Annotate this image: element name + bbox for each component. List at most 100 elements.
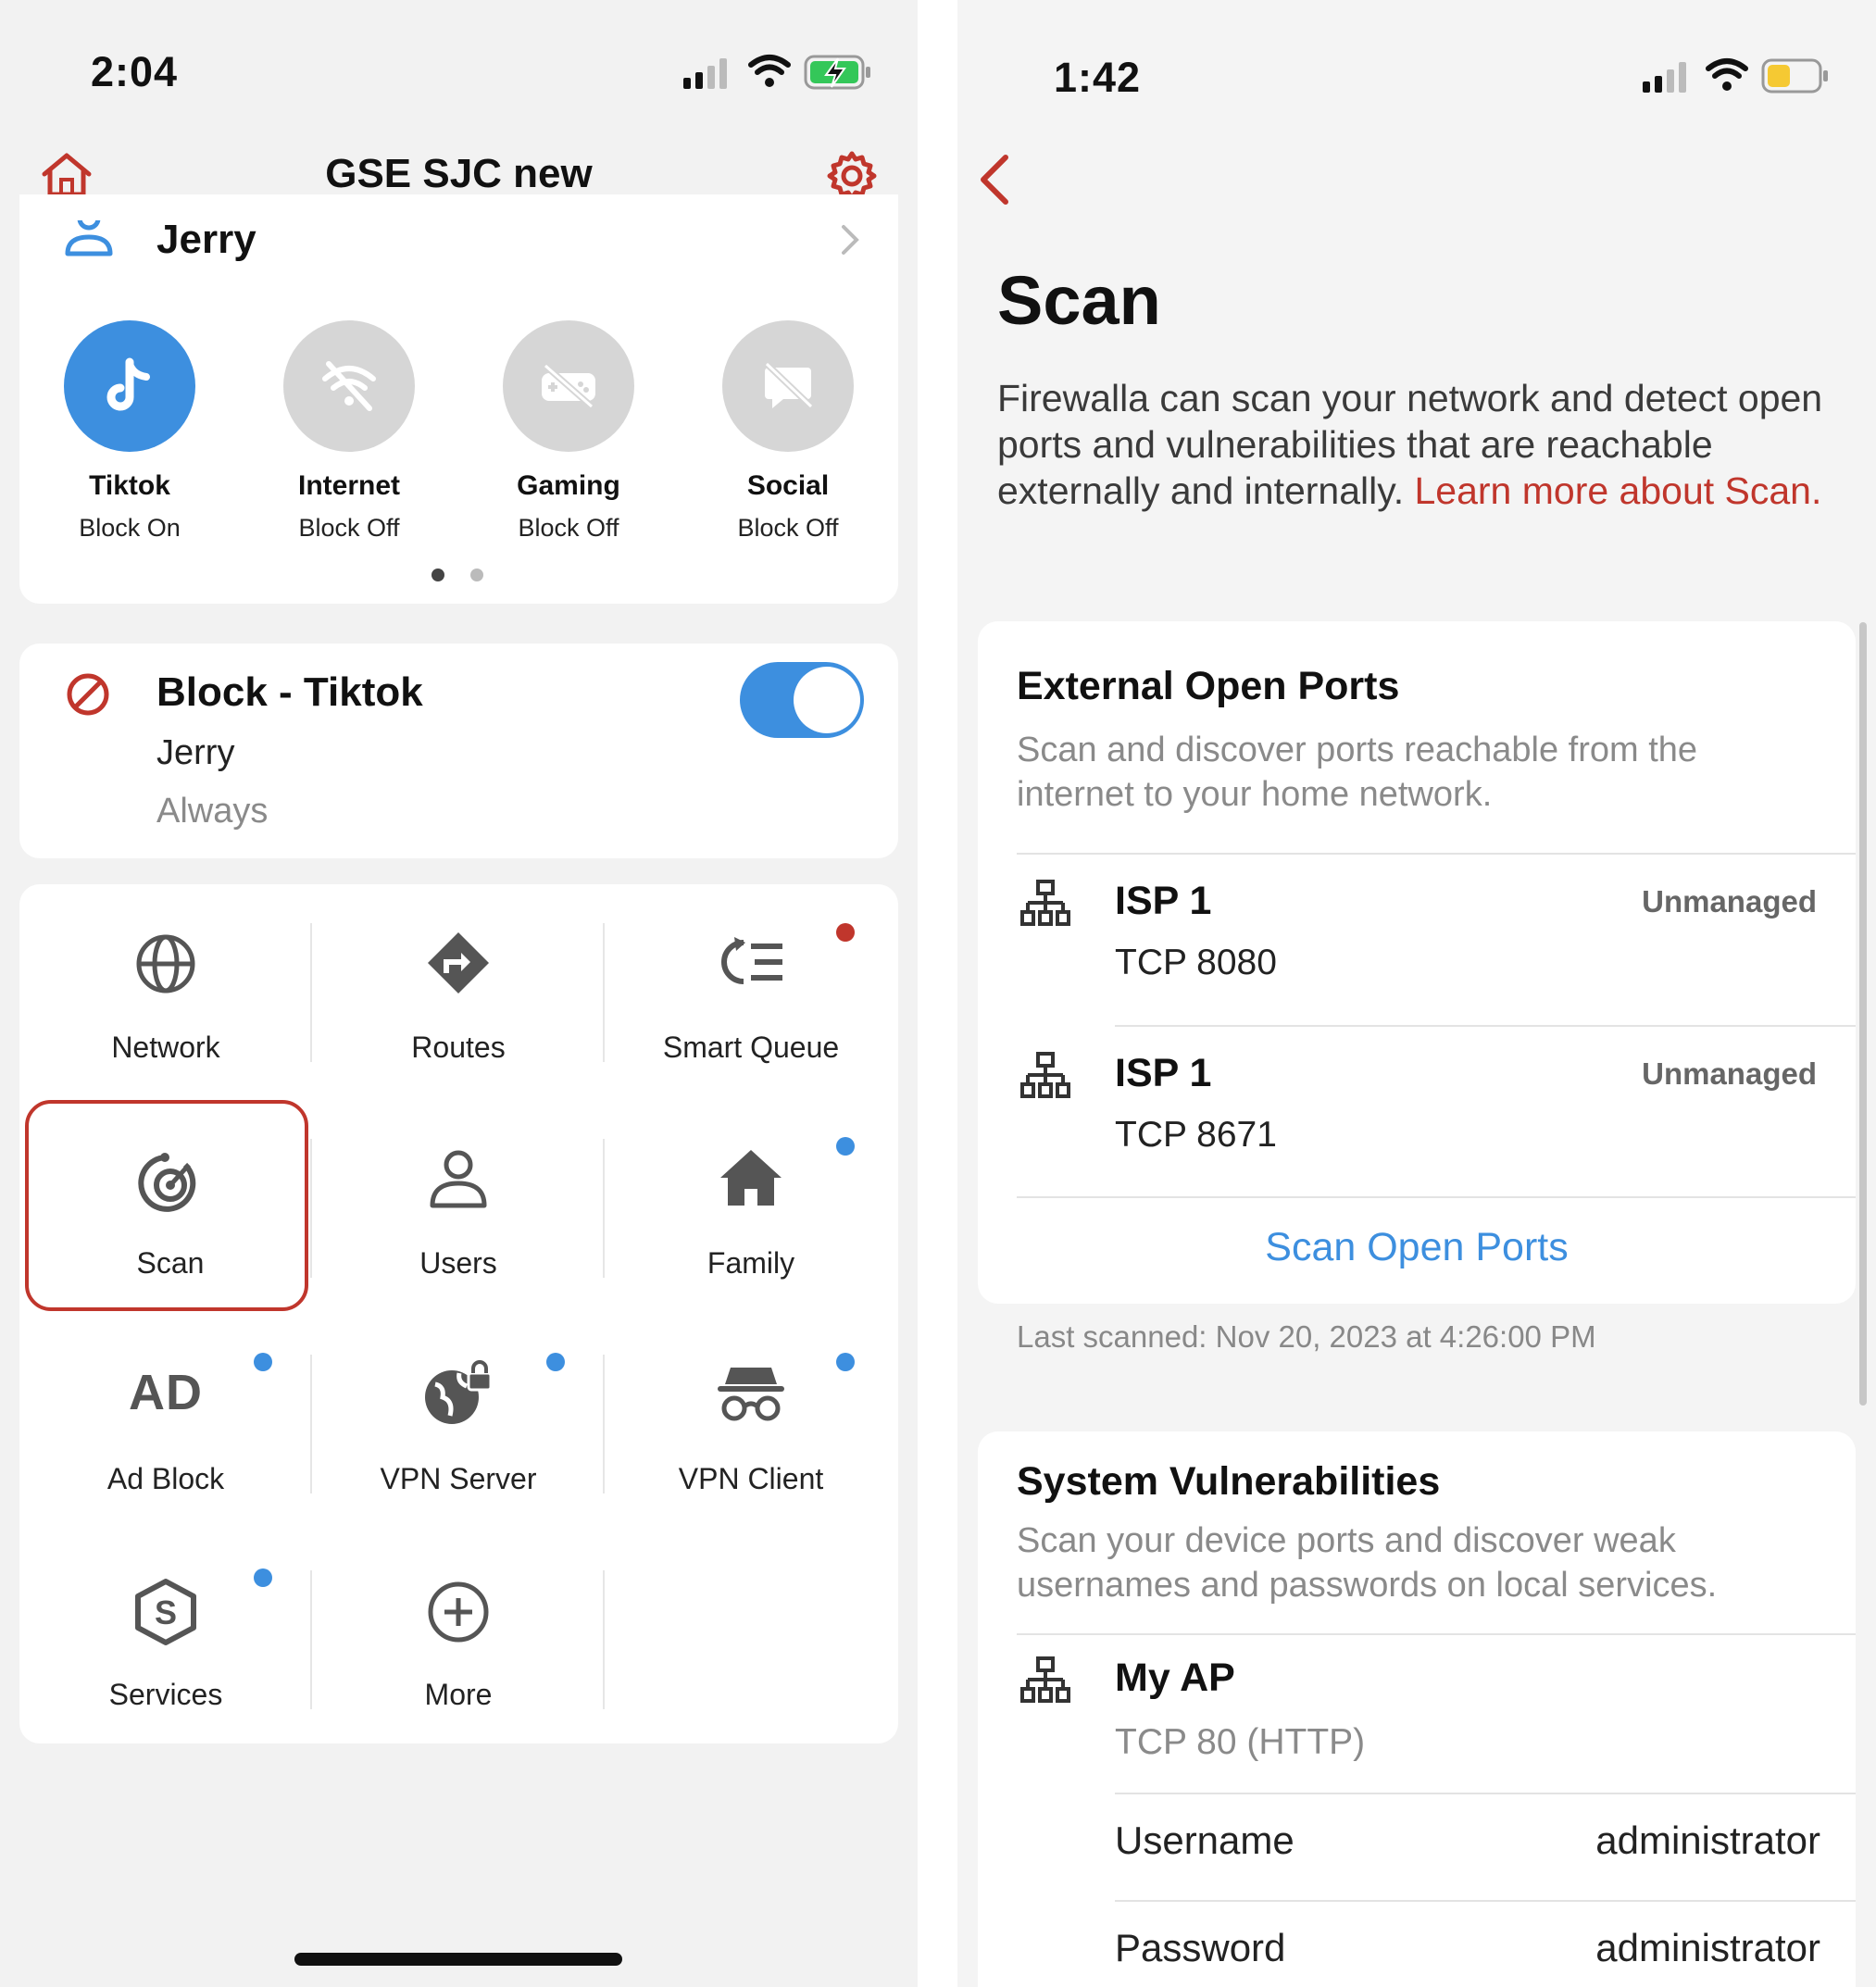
app-status: Block Off (518, 514, 619, 542)
block-icon (67, 673, 109, 716)
port-item[interactable]: ISP 1 TCP 8671 Unmanaged (978, 1027, 1856, 1197)
app-social-button[interactable] (722, 320, 854, 452)
globe-icon (136, 934, 195, 994)
chevron-left-icon[interactable] (976, 154, 1013, 206)
scan-description: Firewalla can scan your network and dete… (997, 375, 1849, 514)
app-gaming-button[interactable] (503, 320, 634, 452)
features-card: Network Routes Smart Queue Scan Users Fa… (19, 884, 898, 1743)
app-name: Internet (297, 470, 400, 501)
tile-vpn-server[interactable]: VPN Server (312, 1316, 605, 1531)
tile-users[interactable]: Users (312, 1100, 605, 1316)
tiktok-icon (106, 357, 150, 411)
network-icon (1020, 1656, 1070, 1703)
app-status: Block On (79, 514, 181, 542)
vpn-server-icon (425, 1360, 493, 1424)
external-ports-card: External Open Ports Scan and discover po… (978, 621, 1856, 1304)
tile-more[interactable]: More (312, 1531, 605, 1747)
right-screen: 1:42 Scan Firewalla can scan your networ… (957, 0, 1876, 1987)
tile-services[interactable]: S Services (19, 1531, 312, 1747)
row-value: administrator (1595, 1926, 1820, 1969)
tile-scan[interactable]: Scan (25, 1100, 308, 1311)
rule-target: Jerry (156, 733, 235, 772)
wifi-off-icon (322, 361, 376, 411)
tile-label: Network (111, 1031, 220, 1064)
user-apps-card: Jerry Tiktok Block On Internet Block Off (19, 194, 898, 604)
tile-label: Scan (136, 1246, 205, 1280)
status-time: 1:42 (1054, 54, 1142, 101)
item-port: TCP 8671 (1115, 1115, 1277, 1155)
chat-off-icon (764, 361, 814, 409)
tile-label: Routes (411, 1031, 506, 1064)
item-title: ISP 1 (1115, 879, 1212, 923)
rule-title: Block - Tiktok (156, 669, 423, 715)
tile-label: VPN Client (678, 1462, 824, 1495)
tile-label: Services (108, 1678, 223, 1711)
network-icon (1020, 1052, 1070, 1098)
section-title: System Vulnerabilities (1017, 1459, 1441, 1504)
notification-dot (836, 923, 855, 942)
tile-label: VPN Server (380, 1462, 537, 1495)
page-dot[interactable] (470, 569, 483, 581)
toggle-knob (794, 667, 860, 733)
plus-circle-icon (428, 1581, 489, 1643)
last-scanned: Last scanned: Nov 20, 2023 at 4:26:00 PM (1017, 1319, 1596, 1354)
page-dot-active[interactable] (431, 569, 444, 581)
notification-dot (836, 1137, 855, 1156)
section-description: Scan and discover ports reachable from t… (1017, 731, 1698, 814)
page-title: Scan (997, 262, 1161, 339)
credential-row: Password administrator (978, 1902, 1856, 1987)
tile-label: Users (419, 1246, 497, 1280)
notification-dot (254, 1353, 272, 1371)
app-name: Social (746, 470, 830, 501)
tile-vpn-client[interactable]: VPN Client (605, 1316, 897, 1531)
tile-label: Ad Block (106, 1462, 225, 1495)
rule-card[interactable]: Block - Tiktok Jerry Always (19, 644, 898, 858)
row-value: administrator (1595, 1818, 1820, 1862)
app-tiktok-button[interactable] (64, 320, 195, 452)
section-description: Scan your device ports and discover weak… (1017, 1521, 1718, 1605)
rule-toggle[interactable] (740, 662, 864, 738)
house-icon (720, 1150, 782, 1206)
app-status: Block Off (737, 514, 839, 542)
status-badge: Unmanaged (1642, 884, 1817, 919)
row-label: Password (1115, 1926, 1286, 1969)
notification-dot (836, 1353, 855, 1371)
app-status: Block Off (298, 514, 400, 542)
user-icon (430, 1150, 487, 1208)
cellular-signal-icon (1643, 59, 1691, 93)
svg-text:S: S (155, 1593, 177, 1631)
item-port: TCP 8080 (1115, 943, 1277, 982)
header-bar (0, 0, 918, 230)
app-internet-button[interactable] (283, 320, 415, 452)
item-title: ISP 1 (1115, 1051, 1212, 1095)
tile-ad-block[interactable]: AD Ad Block (19, 1316, 312, 1531)
tile-label: More (424, 1678, 493, 1711)
home-indicator[interactable] (294, 1953, 622, 1966)
radar-icon (138, 1153, 196, 1212)
smart-queue-icon (721, 937, 782, 984)
tile-network[interactable]: Network (19, 884, 312, 1100)
scan-open-ports-button[interactable]: Scan Open Ports (978, 1198, 1856, 1304)
device-item[interactable]: My AP TCP 80 (HTTP) (978, 1635, 1856, 1793)
app-name: Tiktok (89, 470, 170, 501)
left-screen: 2:04 GSE SJC new Jerry Tiktok Block On I… (0, 0, 918, 1987)
app-name: Gaming (517, 470, 620, 501)
tile-label: Smart Queue (662, 1031, 840, 1064)
learn-more-link[interactable]: Learn more about Scan. (1414, 469, 1821, 512)
tile-routes[interactable]: Routes (312, 884, 605, 1100)
battery-icon (1761, 58, 1828, 94)
row-label: Username (1115, 1818, 1294, 1862)
scrollbar[interactable] (1859, 622, 1867, 1406)
gamepad-off-icon (542, 363, 595, 409)
vulnerabilities-card: System Vulnerabilities Scan your device … (978, 1431, 1856, 1987)
tile-family[interactable]: Family (605, 1100, 897, 1316)
item-title: My AP (1115, 1656, 1235, 1700)
ad-block-icon: AD (129, 1365, 203, 1420)
tile-smart-queue[interactable]: Smart Queue (605, 884, 897, 1100)
tile-label: Family (707, 1246, 795, 1280)
rule-schedule: Always (156, 792, 269, 831)
port-item[interactable]: ISP 1 TCP 8080 Unmanaged (978, 855, 1856, 1025)
credential-row: Username administrator (978, 1794, 1856, 1900)
network-icon (1020, 880, 1070, 926)
section-title: External Open Ports (1017, 664, 1400, 708)
